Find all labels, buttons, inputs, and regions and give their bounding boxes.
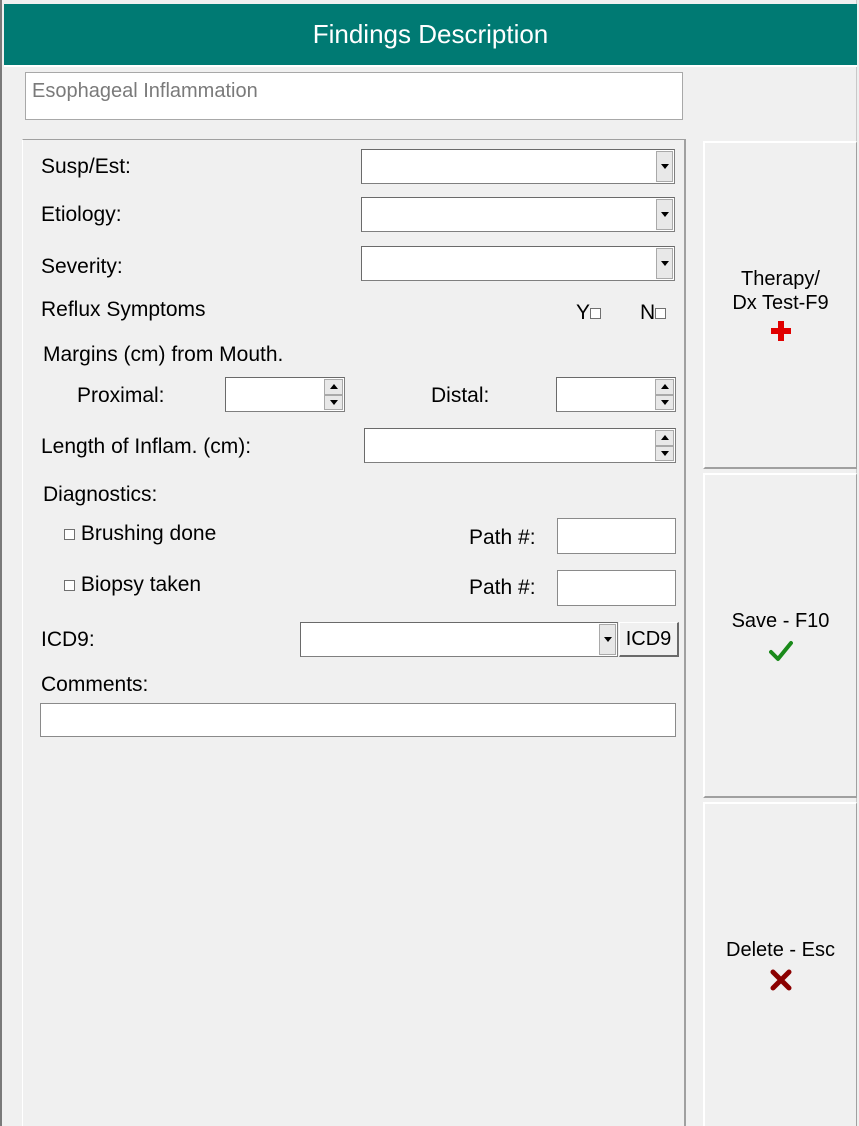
icd9-label: ICD9: — [41, 628, 95, 651]
etiology-dropdown-button[interactable] — [656, 199, 673, 230]
susp-est-label: Susp/Est: — [41, 155, 131, 178]
distal-spin-buttons[interactable] — [655, 379, 674, 410]
length-up-button[interactable] — [655, 430, 674, 446]
save-button[interactable]: Save - F10 — [703, 473, 857, 798]
green-check-icon — [768, 639, 793, 663]
chevron-down-icon — [660, 399, 669, 405]
margins-label: Margins (cm) from Mouth. — [43, 343, 284, 366]
chevron-down-icon — [660, 212, 669, 217]
chevron-up-icon — [660, 384, 669, 390]
proximal-spin-buttons[interactable] — [324, 379, 343, 410]
proximal-down-button[interactable] — [324, 394, 343, 410]
path1-input[interactable] — [557, 518, 676, 554]
reflux-yes-label: Y — [576, 301, 591, 324]
chevron-up-icon — [329, 384, 338, 390]
icd9-select[interactable] — [300, 622, 618, 657]
chevron-down-icon — [660, 261, 669, 266]
reflux-symptoms-label: Reflux Symptoms — [41, 298, 206, 321]
diagnostics-label: Diagnostics: — [43, 483, 158, 506]
susp-est-select[interactable] — [361, 149, 675, 184]
severity-dropdown-button[interactable] — [656, 248, 673, 279]
path1-label: Path #: — [469, 526, 536, 549]
etiology-label: Etiology: — [41, 203, 122, 226]
etiology-select[interactable] — [361, 197, 675, 232]
comments-input[interactable] — [40, 703, 676, 737]
length-label: Length of Inflam. (cm): — [41, 435, 252, 458]
delete-button[interactable]: Delete - Esc — [703, 802, 857, 1126]
biopsy-checkbox[interactable] — [64, 579, 75, 591]
page-title: Findings Description — [312, 19, 549, 49]
biopsy-option[interactable]: Biopsy taken — [64, 573, 201, 597]
reflux-no-option[interactable]: N — [640, 301, 667, 325]
chevron-down-icon — [660, 450, 669, 456]
title-bar: Findings Description — [4, 4, 857, 67]
brushing-checkbox[interactable] — [64, 528, 75, 540]
biopsy-label: Biopsy taken — [80, 573, 202, 596]
therapy-button-label-line1: Therapy/ — [741, 268, 820, 290]
proximal-up-button[interactable] — [324, 379, 343, 395]
icd9-dropdown-button[interactable] — [599, 624, 616, 655]
path2-label: Path #: — [469, 576, 536, 599]
chevron-up-icon — [660, 435, 669, 441]
distal-up-button[interactable] — [655, 379, 674, 395]
reflux-no-label: N — [640, 301, 656, 324]
brushing-option[interactable]: Brushing done — [64, 522, 216, 546]
severity-label: Severity: — [41, 255, 123, 278]
red-x-icon — [770, 968, 792, 992]
distal-label: Distal: — [431, 384, 490, 407]
severity-select[interactable] — [361, 246, 675, 281]
length-down-button[interactable] — [655, 445, 674, 461]
red-cross-icon — [770, 319, 791, 343]
therapy-button-label-line2: Dx Test-F9 — [732, 292, 829, 314]
comments-label: Comments: — [41, 673, 149, 696]
brushing-label: Brushing done — [80, 522, 217, 545]
delete-button-label: Delete - Esc — [726, 939, 835, 961]
distal-down-button[interactable] — [655, 394, 674, 410]
path2-input[interactable] — [557, 570, 676, 606]
chevron-down-icon — [329, 399, 338, 405]
icd9-lookup-button[interactable]: ICD9 — [619, 622, 679, 657]
finding-name-field[interactable]: Esophageal Inflammation — [25, 72, 683, 120]
reflux-no-checkbox[interactable] — [655, 307, 667, 319]
chevron-down-icon — [603, 637, 612, 642]
therapy-dx-test-button[interactable]: Therapy/ Dx Test-F9 — [703, 141, 857, 469]
reflux-yes-checkbox[interactable] — [590, 307, 602, 319]
susp-est-dropdown-button[interactable] — [656, 151, 673, 182]
proximal-spinner[interactable] — [225, 377, 345, 412]
chevron-down-icon — [660, 164, 669, 169]
save-button-label: Save - F10 — [731, 609, 830, 632]
length-spin-buttons[interactable] — [655, 430, 674, 461]
length-spinner[interactable] — [364, 428, 676, 463]
proximal-label: Proximal: — [77, 384, 165, 407]
reflux-yes-option[interactable]: Y — [576, 301, 602, 325]
distal-spinner[interactable] — [556, 377, 676, 412]
